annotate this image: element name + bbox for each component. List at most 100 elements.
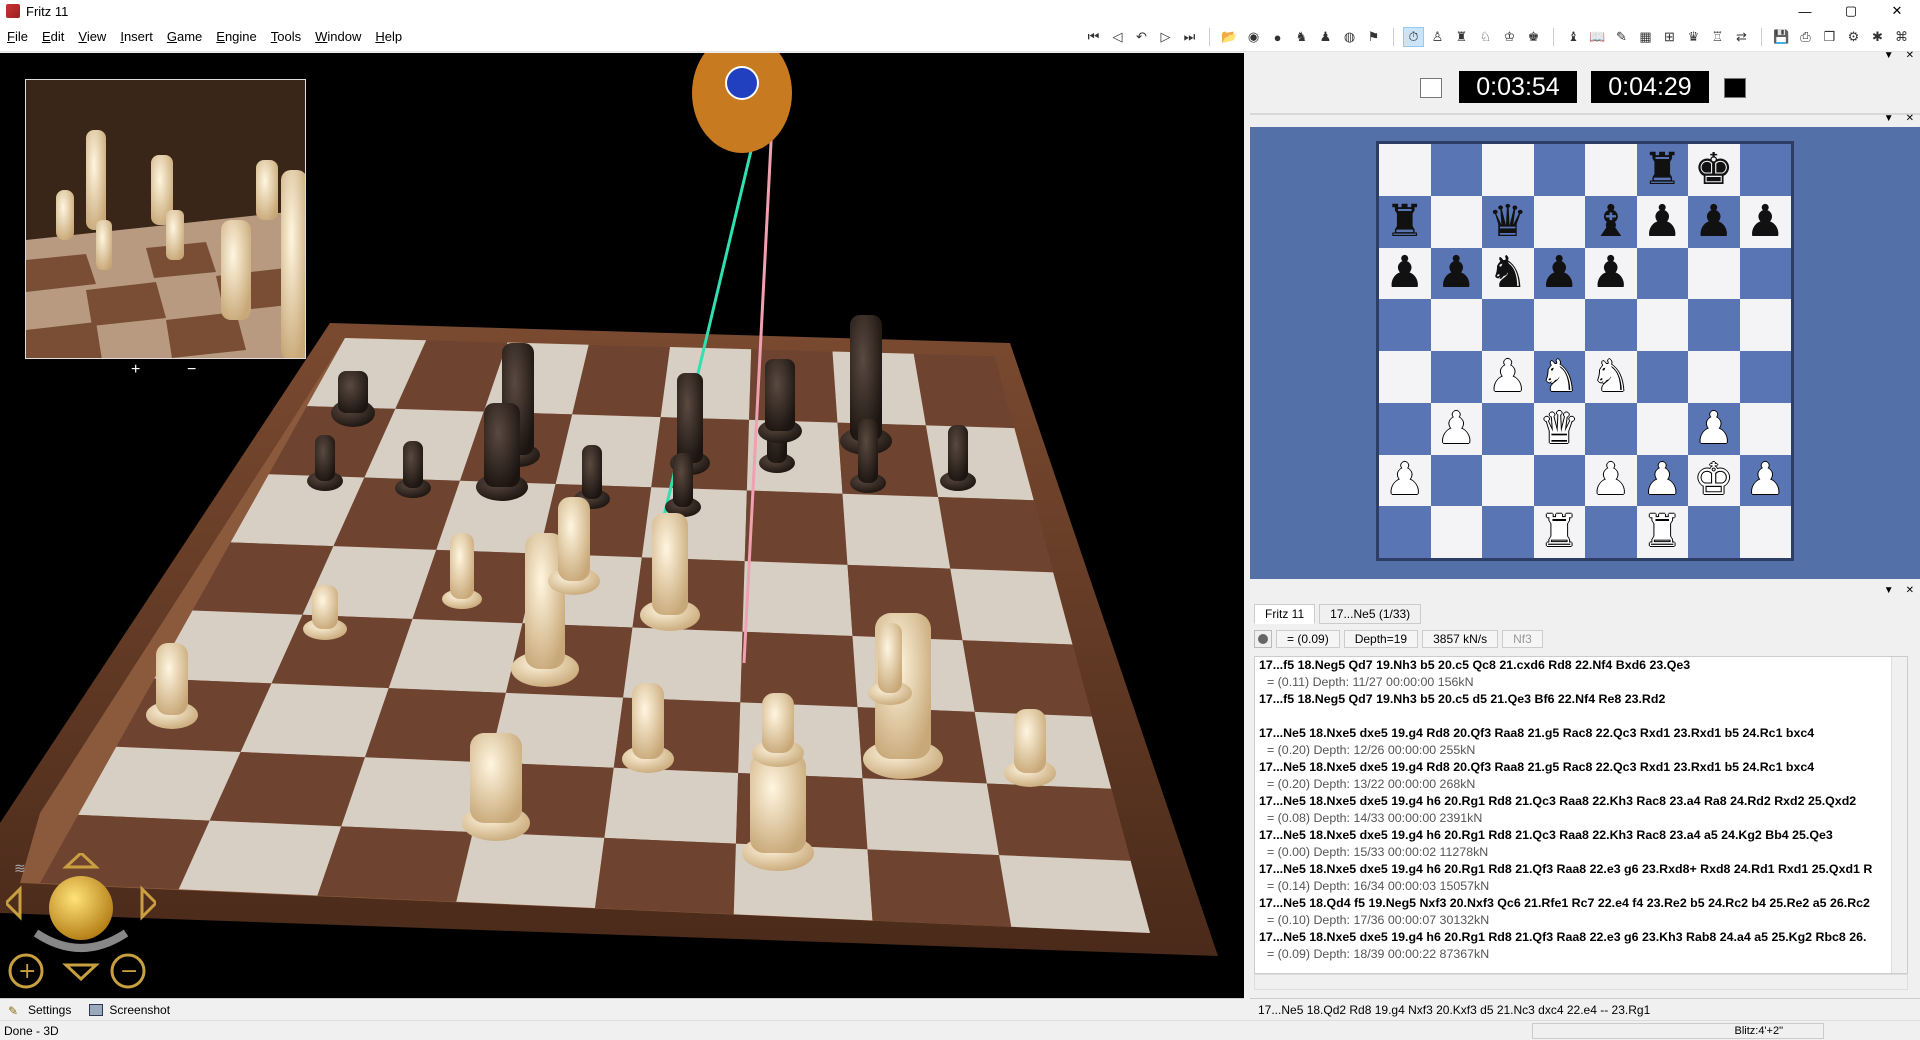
- board-square[interactable]: [1688, 506, 1740, 558]
- board-square[interactable]: [1430, 351, 1482, 403]
- board-square[interactable]: ♜: [1533, 506, 1585, 558]
- pieces-set-icon[interactable]: ♖: [1707, 27, 1728, 47]
- board-square[interactable]: [1585, 144, 1637, 196]
- board-square[interactable]: ♟: [1533, 247, 1585, 300]
- database-icon[interactable]: ◉: [1243, 27, 1264, 47]
- hint-icon[interactable]: ●: [1267, 27, 1288, 47]
- board-square[interactable]: ♜: [1379, 195, 1431, 248]
- board-square[interactable]: [1585, 402, 1637, 455]
- board-square[interactable]: [1379, 299, 1431, 351]
- engine-variation[interactable]: 17...f5 18.Neg5 Qd7 19.Nh3 b5 20.c5 Qc8 …: [1255, 657, 1907, 674]
- board-square[interactable]: [1739, 144, 1791, 196]
- white-pawn-icon[interactable]: ♟: [1591, 458, 1630, 502]
- menu-edit[interactable]: Edit: [35, 29, 71, 44]
- board-square[interactable]: ♜: [1636, 506, 1688, 558]
- board-square[interactable]: ♟: [1379, 454, 1431, 507]
- screenshot-link[interactable]: Screenshot: [89, 1003, 170, 1017]
- clock-icon[interactable]: ⏱: [1403, 27, 1424, 47]
- board-square[interactable]: [1739, 506, 1791, 558]
- white-pawn-icon[interactable]: ♟: [1643, 458, 1682, 502]
- board-square[interactable]: [1688, 299, 1740, 351]
- pane-close-icon[interactable]: ✕: [1906, 585, 1914, 596]
- vertical-scrollbar[interactable]: [1891, 657, 1907, 973]
- maximize-button[interactable]: ▢: [1828, 0, 1874, 22]
- white-pawn-icon[interactable]: ♟: [1385, 458, 1424, 502]
- board-square[interactable]: ♞: [1585, 351, 1637, 403]
- black-pawn-icon[interactable]: ♟: [1591, 251, 1630, 295]
- engine-variation[interactable]: 17...Ne5 18.Nxe5 dxe5 19.g4 Rd8 20.Qf3 R…: [1255, 725, 1907, 742]
- board-square[interactable]: [1379, 402, 1431, 455]
- horizontal-scrollbar[interactable]: [1254, 974, 1908, 990]
- book-icon[interactable]: 📖: [1587, 27, 1608, 47]
- zoom-in-button[interactable]: +: [131, 361, 140, 379]
- menu-file[interactable]: File: [0, 29, 35, 44]
- take-back-icon[interactable]: ↶: [1131, 27, 1152, 47]
- white-rook-icon[interactable]: ♜: [1540, 510, 1579, 554]
- board-square[interactable]: [1585, 299, 1637, 351]
- engine-variation[interactable]: 17...Ne5 18.Nxe5 dxe5 19.g4 h6 20.Rg1 Rd…: [1255, 827, 1907, 844]
- board-square[interactable]: [1533, 299, 1585, 351]
- prev-move-icon[interactable]: ◁: [1107, 27, 1128, 47]
- engine-variation[interactable]: 17...Ne5 18.Nxe5 dxe5 19.g4 h6 20.Rg1 Rd…: [1255, 861, 1907, 878]
- board-square[interactable]: ♟: [1585, 247, 1637, 300]
- engine-variation[interactable]: 17...Ne5 18.Qd4 f5 19.Neg5 Nxf3 20.Nxf3 …: [1255, 895, 1907, 912]
- first-move-icon[interactable]: ⏮: [1083, 27, 1104, 47]
- board-square[interactable]: ♚: [1688, 454, 1740, 507]
- board-3d-square[interactable]: [604, 767, 739, 844]
- board-square[interactable]: ♜: [1636, 144, 1688, 196]
- board-3d-square[interactable]: [744, 490, 848, 565]
- board-3d-square[interactable]: [938, 497, 1054, 573]
- black-queen-icon[interactable]: ♛: [1488, 199, 1527, 244]
- board-square[interactable]: ♚: [1688, 144, 1740, 196]
- board-square[interactable]: ♟: [1379, 247, 1431, 300]
- print-icon[interactable]: ⎙: [1795, 27, 1816, 47]
- board-3d-square[interactable]: [740, 631, 858, 708]
- table-icon[interactable]: ▦: [1635, 27, 1656, 47]
- board-3d-square[interactable]: [962, 640, 1092, 717]
- next-move-icon[interactable]: ▷: [1155, 27, 1176, 47]
- board-square[interactable]: ♟: [1688, 195, 1740, 248]
- black-pawn-icon[interactable]: ♟: [1437, 251, 1476, 295]
- board-3d-square[interactable]: [317, 826, 473, 902]
- white-knight-icon[interactable]: ♞: [1591, 354, 1630, 399]
- board-square[interactable]: ♝: [1585, 195, 1637, 248]
- board-square[interactable]: ♛: [1533, 402, 1585, 455]
- settings-link[interactable]: ✎ Settings: [8, 1003, 71, 1018]
- board-square[interactable]: ♟: [1585, 454, 1637, 507]
- black-pawn-icon[interactable]: ♟: [1643, 199, 1682, 244]
- board-square[interactable]: [1533, 195, 1585, 248]
- white-king-icon[interactable]: ♚: [1694, 458, 1733, 502]
- board-square[interactable]: [1688, 351, 1740, 403]
- minimap-view[interactable]: [25, 79, 306, 359]
- board-3d-square[interactable]: [867, 849, 1012, 927]
- tab-current-move[interactable]: 17...Ne5 (1/33): [1319, 604, 1422, 624]
- engine-variation[interactable]: 17...Ne5 18.Nxe5 dxe5 19.g4 Rd8 20.Qf3 R…: [1255, 759, 1907, 776]
- menu-tools[interactable]: Tools: [264, 29, 308, 44]
- tab-engine[interactable]: Fritz 11: [1254, 604, 1316, 624]
- board-square[interactable]: ♟: [1430, 247, 1482, 300]
- board-square[interactable]: [1739, 351, 1791, 403]
- board-square[interactable]: [1430, 144, 1482, 196]
- board-square[interactable]: ♛: [1482, 195, 1534, 248]
- menu-view[interactable]: View: [71, 29, 113, 44]
- board-3d-square[interactable]: [572, 344, 670, 418]
- swap-icon[interactable]: ⇄: [1731, 27, 1752, 47]
- analyze-icon[interactable]: ♞: [1291, 27, 1312, 47]
- friend-mode-icon[interactable]: ♚: [1523, 27, 1544, 47]
- pane-menu-icon[interactable]: ▼: [1884, 50, 1894, 61]
- white-knight-icon[interactable]: ♞: [1540, 354, 1579, 399]
- black-pawn-icon[interactable]: ♟: [1385, 251, 1424, 295]
- black-bishop-icon[interactable]: ♝: [1591, 199, 1630, 244]
- board-square[interactable]: [1533, 144, 1585, 196]
- board-3d-square[interactable]: [862, 778, 1000, 856]
- pen-icon[interactable]: ✎: [1611, 27, 1632, 47]
- board-icon[interactable]: ⊞: [1659, 27, 1680, 47]
- black-rook-icon[interactable]: ♜: [1385, 199, 1424, 244]
- board-square[interactable]: [1430, 506, 1482, 558]
- board-square[interactable]: ♟: [1739, 195, 1791, 248]
- board-square[interactable]: [1482, 402, 1534, 455]
- settings-icon[interactable]: ⚙: [1843, 27, 1864, 47]
- board-square[interactable]: [1379, 144, 1431, 196]
- white-pawn-icon[interactable]: ♟: [1694, 406, 1733, 451]
- board-square[interactable]: ♞: [1482, 247, 1534, 300]
